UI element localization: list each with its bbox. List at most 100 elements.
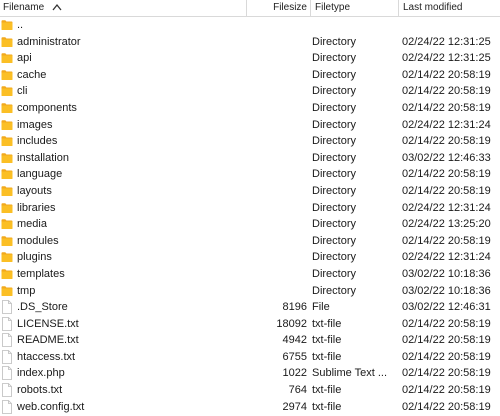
row-icon-cell — [0, 83, 14, 100]
file-name: cache — [17, 68, 47, 81]
file-type: Directory — [312, 201, 357, 214]
file-name: LICENSE.txt — [17, 317, 79, 330]
folder-row[interactable]: administrator Directory 02/24/22 12:31:25 — [0, 34, 500, 51]
folder-row[interactable]: cli Directory 02/14/22 20:58:19 — [0, 83, 500, 100]
filename-header-label: Filename — [3, 2, 45, 13]
last-modified: 02/24/22 13:25:20 — [402, 218, 491, 231]
file-name: README.txt — [17, 334, 79, 347]
file-type: Directory — [312, 85, 357, 98]
file-type: Directory — [312, 118, 357, 131]
file-row[interactable]: index.php 1022 Sublime Text ... 02/14/22 20… — [0, 365, 500, 382]
folder-row[interactable]: includes Directory 02/14/22 20:58:19 — [0, 133, 500, 150]
file-type: Directory — [312, 267, 357, 280]
row-icon-cell — [0, 34, 14, 51]
filesize-column-header[interactable]: Filesize — [246, 0, 310, 16]
folder-icon — [1, 202, 13, 214]
folder-row[interactable]: layouts Directory 02/14/22 20:58:19 — [0, 183, 500, 200]
row-icon-cell — [0, 249, 14, 266]
filetype-column-header[interactable]: Filetype — [310, 0, 398, 16]
folder-row[interactable]: cache Directory 02/14/22 20:58:19 — [0, 67, 500, 84]
file-icon — [2, 300, 12, 314]
file-name: templates — [17, 267, 65, 280]
folder-row[interactable]: modules Directory 02/14/22 20:58:19 — [0, 233, 500, 250]
folder-row[interactable]: media Directory 02/24/22 13:25:20 — [0, 216, 500, 233]
file-size — [246, 67, 307, 84]
file-size — [246, 17, 307, 34]
row-icon-cell — [0, 332, 14, 349]
folder-row[interactable]: .. — [0, 17, 500, 34]
file-size — [246, 133, 307, 150]
folder-row[interactable]: language Directory 02/14/22 20:58:19 — [0, 166, 500, 183]
file-icon — [2, 366, 12, 381]
file-size: 764 — [288, 384, 307, 397]
folder-icon — [1, 102, 13, 114]
file-name: administrator — [17, 35, 81, 48]
file-row[interactable]: README.txt 4942 txt-file 02/14/22 20:58:19 — [0, 332, 500, 349]
folder-row[interactable]: installation Directory 03/02/22 12:46:33 — [0, 150, 500, 167]
last-modified: 02/24/22 12:31:24 — [402, 201, 491, 214]
file-size — [246, 249, 307, 266]
last-modified-column-header[interactable]: Last modified — [398, 0, 500, 16]
file-name: media — [17, 218, 47, 231]
last-modified: 03/02/22 10:18:36 — [402, 284, 491, 297]
row-icon-cell — [0, 349, 14, 366]
file-type: txt-file — [312, 400, 342, 413]
file-row[interactable]: web.config.txt 2974 txt-file 02/14/22 20:58… — [0, 399, 500, 416]
file-name: htaccess.txt — [17, 350, 76, 363]
row-icon-cell — [0, 166, 14, 183]
last-modified: 02/14/22 20:58:19 — [402, 184, 491, 197]
file-size — [246, 233, 307, 250]
file-name: images — [17, 118, 53, 131]
file-size: 8196 — [282, 301, 307, 314]
file-size — [246, 34, 307, 51]
folder-row[interactable]: tmp Directory 03/02/22 10:18:36 — [0, 283, 500, 300]
last-modified: 02/24/22 12:31:25 — [402, 52, 491, 65]
folder-row[interactable]: api Directory 02/24/22 12:31:25 — [0, 50, 500, 67]
sort-ascending-icon — [52, 4, 62, 11]
row-icon-cell — [0, 266, 14, 283]
folder-row[interactable]: images Directory 02/24/22 12:31:24 — [0, 117, 500, 134]
folder-icon — [1, 251, 13, 263]
folder-icon — [1, 185, 13, 197]
file-size — [246, 200, 307, 217]
last-modified: 02/14/22 20:58:19 — [402, 68, 491, 81]
folder-row[interactable]: components Directory 02/14/22 20:58:19 — [0, 100, 500, 117]
file-type: Directory — [312, 52, 357, 65]
file-name: includes — [17, 135, 58, 148]
file-name: .. — [17, 19, 24, 31]
row-icon-cell — [0, 133, 14, 150]
file-row[interactable]: htaccess.txt 6755 txt-file 02/14/22 20:58:1… — [0, 349, 500, 366]
folder-row[interactable]: plugins Directory 02/24/22 12:31:24 — [0, 249, 500, 266]
last-modified: 03/02/22 12:46:33 — [402, 151, 491, 164]
file-icon — [2, 399, 12, 414]
folder-icon — [1, 52, 13, 64]
filetype-header-label: Filetype — [315, 2, 351, 13]
last-modified: 02/24/22 12:31:25 — [402, 35, 491, 48]
file-name: modules — [17, 234, 59, 247]
file-row[interactable]: LICENSE.txt 18092 txt-file 02/14/22 20:58:1… — [0, 316, 500, 333]
file-name: layouts — [17, 184, 52, 197]
folder-row[interactable]: templates Directory 03/02/22 10:18:36 — [0, 266, 500, 283]
file-row[interactable]: .DS_Store 8196 File 03/02/22 12:46:31 — [0, 299, 500, 316]
folder-icon — [1, 152, 13, 164]
row-icon-cell — [0, 399, 14, 416]
file-row[interactable]: robots.txt 764 txt-file 02/14/22 20:58:19 — [0, 382, 500, 399]
file-name: api — [17, 52, 32, 65]
file-type: Directory — [312, 68, 357, 81]
file-size: 6755 — [282, 350, 307, 363]
folder-icon — [1, 19, 13, 31]
last-modified: 02/14/22 20:58:19 — [402, 85, 491, 98]
file-size — [246, 50, 307, 67]
file-name: components — [17, 101, 77, 114]
file-type: Directory — [312, 168, 357, 181]
file-icon — [2, 383, 12, 397]
row-icon-cell — [0, 100, 14, 117]
file-size — [246, 183, 307, 200]
file-size — [246, 283, 307, 300]
folder-icon — [1, 285, 13, 297]
folder-row[interactable]: libraries Directory 02/24/22 12:31:24 — [0, 200, 500, 217]
file-name: robots.txt — [17, 384, 63, 397]
filename-column-header[interactable]: Filename — [0, 0, 246, 16]
file-type: File — [312, 301, 330, 314]
file-type: Directory — [312, 101, 357, 114]
